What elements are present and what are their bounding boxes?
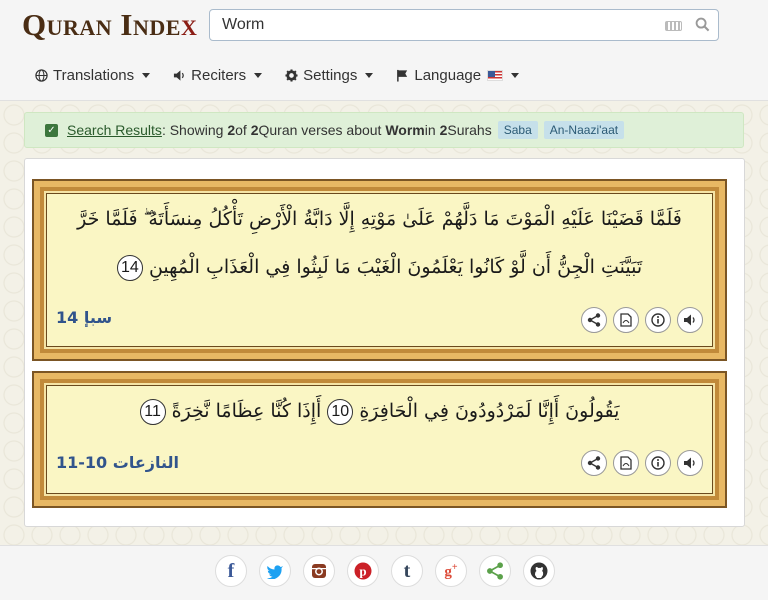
verse-actions	[581, 307, 703, 333]
verse-line: يَقُولُونَ أَإِنَّا لَمَرْدُودُونَ فِي ا…	[359, 400, 620, 422]
chevron-down-icon	[254, 72, 263, 78]
search-results-alert: ✓ Search Results : Showing 2 of 2 Quran …	[24, 112, 744, 148]
language-menu[interactable]: Language	[396, 65, 520, 85]
settings-label: Settings	[303, 66, 358, 84]
tumblr-button[interactable]: t	[391, 555, 423, 587]
checkbox-icon: ✓	[45, 123, 58, 137]
globe-icon	[35, 68, 48, 82]
chevron-down-icon	[511, 72, 520, 78]
share-button[interactable]	[581, 307, 607, 333]
twitter-button[interactable]	[259, 555, 291, 587]
share-icon	[487, 562, 503, 580]
audio-icon	[684, 314, 695, 326]
verse-actions	[581, 450, 703, 476]
pdf-button[interactable]	[613, 307, 639, 333]
verse-number: 10	[327, 399, 354, 425]
github-icon	[530, 562, 548, 580]
pdf-icon	[620, 313, 632, 327]
search-icon[interactable]	[695, 17, 710, 35]
footer: f p t g+	[0, 545, 768, 600]
google-plus-icon: g+	[444, 561, 458, 580]
keyboard-icon[interactable]	[665, 21, 682, 31]
pdf-button[interactable]	[613, 450, 639, 476]
pinterest-button[interactable]: p	[347, 555, 379, 587]
logo[interactable]: Quran Index	[22, 7, 197, 43]
us-flag-icon	[487, 69, 504, 81]
info-button[interactable]	[645, 450, 671, 476]
gear-icon	[285, 68, 298, 82]
verse-number: 14	[116, 255, 143, 281]
github-button[interactable]	[523, 555, 555, 587]
verse-text: فَلَمَّا قَضَيْنَا عَلَيْهِ الْمَوْتَ مَ…	[62, 195, 697, 291]
verse-line: تَبَيَّنَتِ الْجِنُّ أَن لَّوْ كَانُوا ي…	[148, 256, 643, 278]
facebook-icon: f	[227, 559, 235, 582]
share-icon	[587, 313, 601, 327]
google-plus-button[interactable]: g+	[435, 555, 467, 587]
tag-saba[interactable]: Saba	[497, 121, 538, 139]
info-button[interactable]	[645, 307, 671, 333]
share-button[interactable]	[479, 555, 511, 587]
language-label: Language	[414, 66, 482, 84]
settings-menu[interactable]: Settings	[285, 65, 374, 85]
verse-text: يَقُولُونَ أَإِنَّا لَمَرْدُودُونَ فِي ا…	[62, 387, 697, 435]
reciters-menu[interactable]: Reciters	[173, 65, 263, 85]
tag-an-naaziaat[interactable]: An-Naazi'aat	[543, 121, 625, 139]
chevron-down-icon	[365, 72, 374, 78]
audio-icon	[684, 457, 695, 469]
share-icon	[587, 456, 601, 470]
verse-number: 11	[139, 399, 166, 425]
search-input[interactable]	[210, 10, 650, 40]
pdf-icon	[620, 456, 632, 470]
audio-button[interactable]	[677, 307, 703, 333]
svg-text:p: p	[359, 564, 366, 579]
alert-text: : Showing	[161, 122, 224, 138]
social-links: f p t g+	[215, 555, 555, 587]
verse-reference[interactable]: سبإ 14	[56, 308, 112, 327]
verse-card: فَلَمَّا قَضَيْنَا عَلَيْهِ الْمَوْتَ مَ…	[32, 179, 727, 361]
verse-line: أَإِذَا كُنَّا عِظَامًا نَّخِرَةً	[171, 400, 322, 422]
alert-text: Surahs	[447, 122, 492, 138]
search-results-link[interactable]: Search Results	[67, 122, 162, 138]
facebook-button[interactable]: f	[215, 555, 247, 587]
verse-line: فَلَمَّا قَضَيْنَا عَلَيْهِ الْمَوْتَ مَ…	[77, 208, 682, 230]
translations-menu[interactable]: Translations	[35, 65, 151, 85]
speaker-icon	[174, 69, 184, 81]
pinterest-icon: p	[354, 562, 372, 580]
translations-label: Translations	[53, 66, 135, 84]
alert-text: in	[424, 122, 436, 138]
instagram-button[interactable]	[303, 555, 335, 587]
chevron-down-icon	[142, 72, 151, 78]
result-count: 2	[227, 122, 236, 138]
result-total: 2	[250, 122, 259, 138]
alert-text: Quran verses about	[258, 122, 382, 138]
instagram-icon	[312, 564, 326, 578]
verse-card: يَقُولُونَ أَإِنَّا لَمَرْدُودُونَ فِي ا…	[32, 371, 727, 508]
share-button[interactable]	[581, 450, 607, 476]
tumblr-icon: t	[403, 559, 411, 582]
flag-icon	[397, 69, 408, 82]
verse-reference[interactable]: النازعات 10-11	[56, 453, 179, 472]
audio-button[interactable]	[677, 450, 703, 476]
reciters-label: Reciters	[191, 66, 247, 84]
twitter-icon	[266, 564, 283, 579]
info-icon	[651, 456, 665, 470]
surah-count: 2	[439, 122, 448, 138]
alert-text: of	[235, 122, 247, 138]
main-menu: Translations Reciters Settings Language	[35, 65, 542, 85]
search-query: Worm	[385, 122, 425, 138]
search-box	[209, 9, 719, 41]
header: Quran Index Translations Reciters Settin…	[0, 0, 768, 101]
info-icon	[651, 313, 665, 327]
